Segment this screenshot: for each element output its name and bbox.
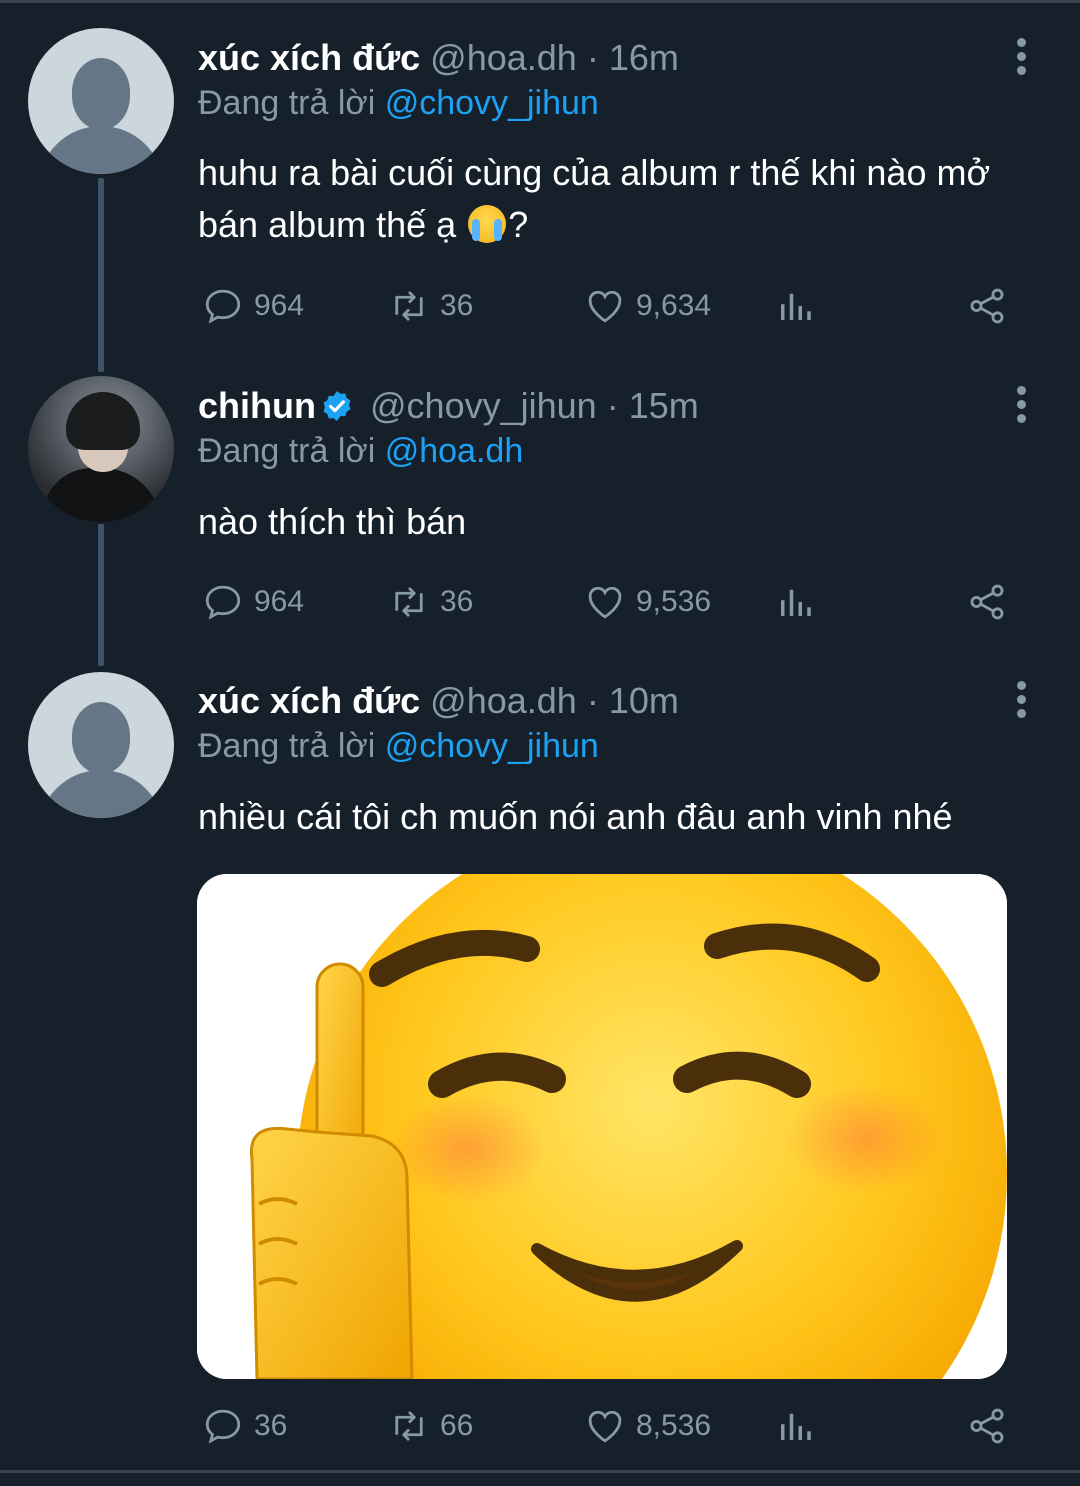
share-icon (970, 1408, 1004, 1444)
handle[interactable]: @hoa.dh (430, 37, 577, 78)
like-button[interactable]: 8,536 (584, 1402, 711, 1450)
separator-dot: · (606, 385, 619, 426)
avatar[interactable] (28, 376, 174, 522)
reply-button[interactable]: 964 (202, 282, 304, 330)
mention-link[interactable]: @chovy_jihun (385, 727, 599, 765)
timestamp[interactable]: 16m (609, 37, 679, 78)
separator-dot: · (586, 680, 599, 721)
mention-link[interactable]: @hoa.dh (385, 432, 524, 470)
reply-icon (205, 289, 241, 324)
reply-count: 964 (254, 585, 305, 618)
more-options-icon[interactable] (1012, 384, 1030, 424)
analytics-icon (781, 589, 811, 616)
like-count: 9,634 (636, 289, 712, 322)
bottom-divider (0, 1470, 1080, 1473)
display-name[interactable]: xúc xích đức (198, 37, 420, 78)
like-count: 8,536 (636, 1409, 712, 1442)
tweet-text-tail: ? (508, 204, 529, 245)
replying-prefix: Đang trả lời (198, 84, 376, 122)
smiling-emoji-middle-finger-icon (197, 874, 1007, 1379)
analytics-icon (781, 293, 811, 320)
display-name[interactable]: xúc xích đức (198, 680, 420, 721)
heart-icon (588, 1410, 622, 1443)
analytics-button[interactable] (774, 1402, 826, 1450)
retweet-button[interactable]: 36 (388, 578, 473, 626)
analytics-button[interactable] (774, 282, 826, 330)
replying-prefix: Đang trả lời (198, 432, 376, 470)
reply-count: 964 (254, 289, 305, 322)
retweet-icon (395, 291, 423, 321)
replying-to: Đang trả lời @chovy_jihun (198, 80, 599, 126)
tweet-header: xúc xích đức @hoa.dh · 16m (198, 34, 679, 82)
tweet-actions: 36 66 8,536 (198, 1402, 1028, 1450)
retweet-count: 66 (440, 1409, 474, 1442)
timestamp[interactable]: 15m (629, 385, 699, 426)
like-count: 9,536 (636, 585, 712, 618)
heart-icon (588, 586, 622, 619)
verified-badge-icon (323, 391, 351, 421)
share-button[interactable] (966, 1402, 1018, 1450)
share-icon (970, 584, 1004, 620)
replying-to: Đang trả lời @chovy_jihun (198, 723, 599, 769)
retweet-count: 36 (440, 289, 474, 322)
like-button[interactable]: 9,536 (584, 578, 711, 626)
tweet-header: chihun @chovy_jihun · 15m (198, 382, 699, 430)
mention-link[interactable]: @chovy_jihun (385, 84, 599, 122)
tweet-actions: 964 36 9,536 (198, 578, 1028, 626)
loudly-crying-face-icon (468, 205, 507, 243)
tweet-text: nào thích thì bán (198, 501, 467, 542)
timestamp[interactable]: 10m (609, 680, 679, 721)
heart-icon (588, 290, 622, 323)
like-button[interactable]: 9,634 (584, 282, 711, 330)
tweet-text: nhiều cái tôi ch muốn nói anh đâu anh vi… (198, 796, 953, 837)
replying-to: Đang trả lời @hoa.dh (198, 428, 523, 474)
display-name[interactable]: chihun (198, 385, 316, 426)
retweet-count: 36 (440, 585, 474, 618)
retweet-icon (395, 587, 423, 617)
retweet-button[interactable]: 66 (388, 1402, 473, 1450)
tweet-2[interactable]: chihun @chovy_jihun · 15m Đang trả lời @… (0, 360, 1080, 660)
reply-button[interactable]: 964 (202, 578, 304, 626)
more-options-icon[interactable] (1012, 36, 1030, 76)
tweet-header: xúc xích đức @hoa.dh · 10m (198, 677, 679, 725)
separator-dot: · (586, 37, 599, 78)
handle[interactable]: @hoa.dh (430, 680, 577, 721)
analytics-icon (781, 1413, 811, 1440)
more-options-icon[interactable] (1012, 679, 1030, 719)
handle[interactable]: @chovy_jihun (370, 385, 597, 426)
retweet-icon (395, 1411, 423, 1441)
tweet-actions: 964 36 9,634 (198, 282, 1028, 330)
replying-prefix: Đang trả lời (198, 727, 376, 765)
share-icon (970, 288, 1004, 324)
tweet-text: huhu ra bài cuối cùng của album r thế kh… (198, 147, 1028, 251)
tweet-media-image[interactable] (197, 874, 1007, 1379)
reply-button[interactable]: 36 (202, 1402, 287, 1450)
reply-icon (205, 1409, 241, 1444)
avatar[interactable] (28, 672, 174, 818)
retweet-button[interactable]: 36 (388, 282, 473, 330)
avatar[interactable] (28, 28, 174, 174)
reply-count: 36 (254, 1409, 288, 1442)
reply-icon (205, 585, 241, 620)
share-button[interactable] (966, 282, 1018, 330)
tweet-1[interactable]: xúc xích đức @hoa.dh · 16m Đang trả lời … (0, 0, 1080, 360)
tweet-text-body: huhu ra bài cuối cùng của album r thế kh… (198, 152, 991, 245)
share-button[interactable] (966, 578, 1018, 626)
analytics-button[interactable] (774, 578, 826, 626)
